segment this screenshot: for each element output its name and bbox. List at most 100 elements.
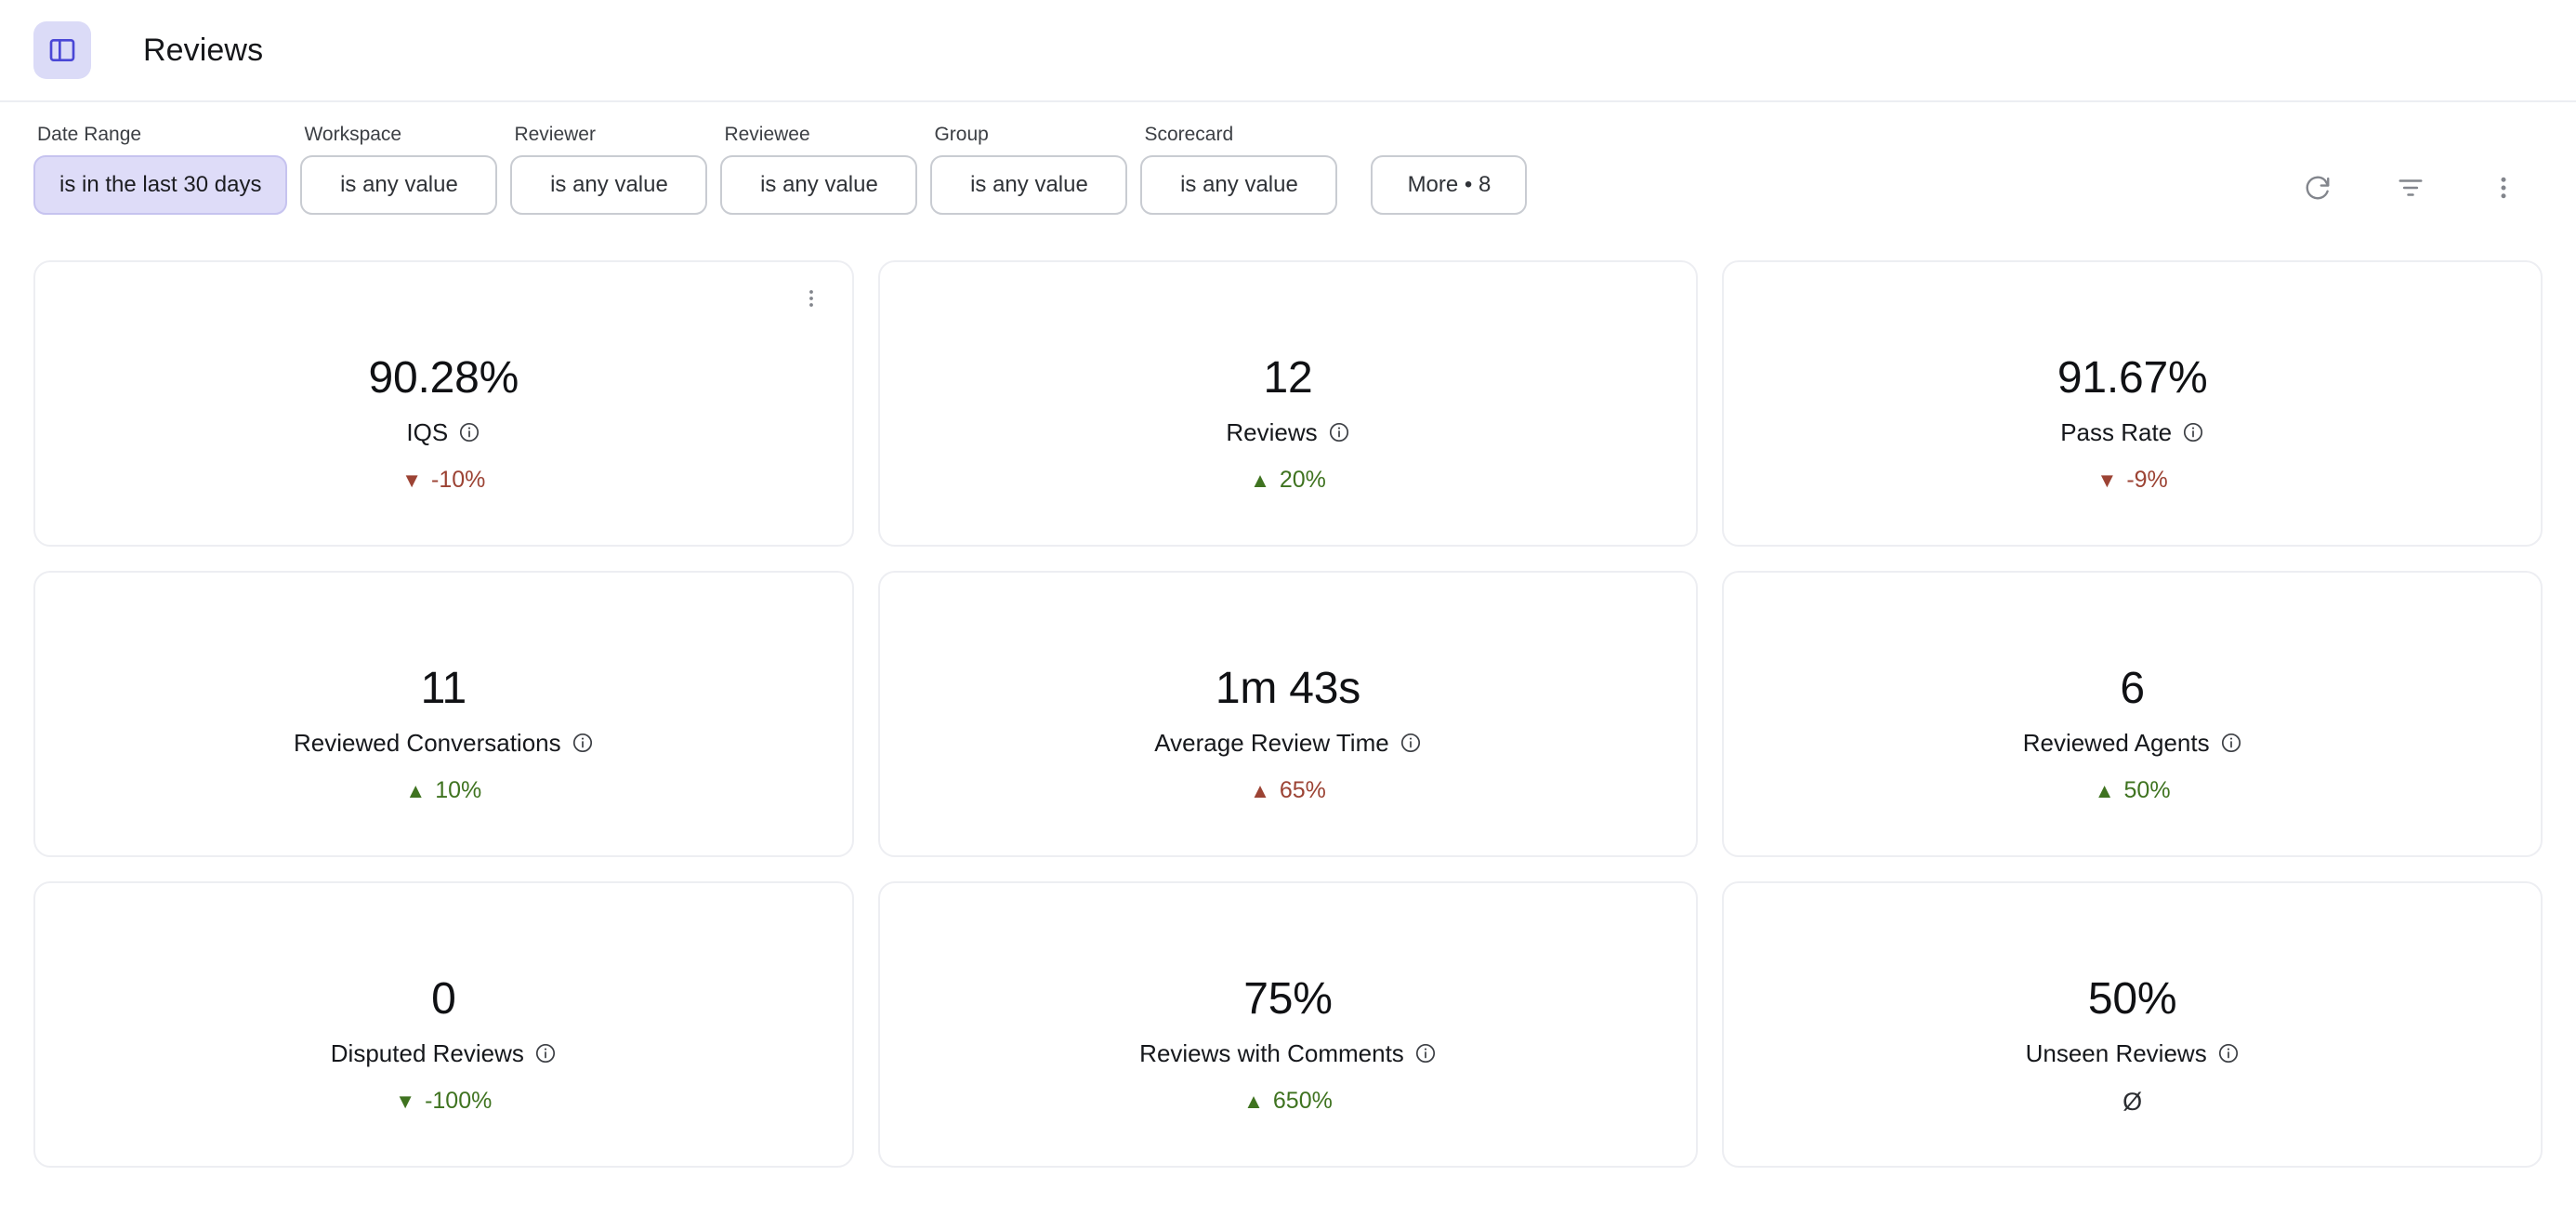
metric-delta: ▲ 65% [1250, 779, 1326, 802]
trend-up-icon: ▲ [1250, 468, 1270, 492]
metric-card-iqs[interactable]: 90.28% IQS ▼ -10% [33, 260, 854, 548]
metric-label: Reviewed Conversations [294, 729, 561, 758]
metric-value: 6 [2120, 664, 2145, 714]
metric-delta: ▲ 650% [1243, 1090, 1333, 1113]
info-icon[interactable] [1328, 421, 1350, 443]
page-title: Reviews [143, 32, 264, 68]
metric-delta: Ø [2123, 1090, 2142, 1115]
trend-up-icon: ▲ [1243, 1089, 1264, 1113]
metrics-grid: 90.28% IQS ▼ -10% 12 Reviews ▲ 20% 91.67… [0, 215, 2576, 1169]
info-icon[interactable] [458, 421, 480, 443]
filter-date-range: Date Range is in the last 30 days [33, 123, 288, 216]
delta-value: -9% [2126, 467, 2168, 494]
delta-value: 50% [2123, 777, 2171, 804]
metric-value: 90.28% [368, 353, 519, 403]
delta-value: 20% [1279, 467, 1326, 494]
filter-bar: Date Range is in the last 30 days Worksp… [0, 102, 2576, 216]
metric-label: Unseen Reviews [2025, 1039, 2207, 1068]
info-icon[interactable] [572, 732, 594, 754]
metric-label-row: Unseen Reviews [2026, 1041, 2240, 1065]
filter-scorecard: Scorecard is any value [1140, 123, 1338, 216]
metric-value: 91.67% [2057, 353, 2208, 403]
more-vertical-icon [2490, 174, 2517, 205]
metric-card-reviews[interactable]: 12 Reviews ▲ 20% [877, 260, 1699, 548]
metric-card-reviews-with-comments[interactable]: 75% Reviews with Comments ▲ 650% [877, 881, 1699, 1169]
trend-down-icon: ▼ [401, 468, 423, 492]
no-change-icon: Ø [2123, 1088, 2143, 1117]
info-icon[interactable] [2217, 1042, 2240, 1064]
delta-value: 65% [1279, 777, 1326, 804]
metric-value: 1m 43s [1215, 664, 1361, 714]
info-icon[interactable] [1414, 1042, 1437, 1064]
filter-label-reviewer: Reviewer [514, 124, 596, 145]
filter-chip-group[interactable]: is any value [930, 155, 1128, 216]
metric-card-average-review-time[interactable]: 1m 43s Average Review Time ▲ 65% [877, 571, 1699, 858]
filter-chips-group: Date Range is in the last 30 days Worksp… [33, 123, 1540, 216]
metric-label-row: Reviews with Comments [1139, 1041, 1437, 1065]
metric-delta: ▼ -100% [395, 1090, 492, 1113]
metric-delta: ▲ 20% [1250, 469, 1326, 492]
metric-value: 0 [431, 974, 456, 1024]
filter-chip-workspace[interactable]: is any value [300, 155, 498, 216]
filter-chip-date-range[interactable]: is in the last 30 days [33, 155, 288, 216]
metric-label-row: Reviews [1226, 420, 1349, 444]
metric-card-reviewed-conversations[interactable]: 11 Reviewed Conversations ▲ 10% [33, 571, 854, 858]
metric-delta: ▲ 10% [405, 779, 481, 802]
trend-up-icon: ▲ [405, 778, 427, 802]
delta-value: 650% [1272, 1088, 1333, 1115]
metric-label: Reviewed Agents [2022, 729, 2210, 758]
metric-label-row: Average Review Time [1154, 731, 1421, 755]
metric-label-row: IQS [406, 420, 480, 444]
refresh-icon [2304, 174, 2332, 205]
metric-label-row: Reviewed Conversations [294, 731, 594, 755]
metric-card-reviewed-agents[interactable]: 6 Reviewed Agents ▲ 50% [1722, 571, 2543, 858]
metric-label-row: Pass Rate [2060, 420, 2204, 444]
metric-delta: ▲ 50% [2095, 779, 2171, 802]
filter-icon [2397, 174, 2425, 205]
filter-more: More • 8 [1350, 155, 1528, 216]
info-icon[interactable] [534, 1042, 557, 1064]
metric-card-unseen-reviews[interactable]: 50% Unseen Reviews Ø [1722, 881, 2543, 1169]
filter-label-workspace: Workspace [304, 124, 402, 145]
trend-down-icon: ▼ [2096, 468, 2118, 492]
trend-down-icon: ▼ [395, 1089, 416, 1113]
metric-label: Reviews with Comments [1139, 1039, 1404, 1068]
metric-card-disputed-reviews[interactable]: 0 Disputed Reviews ▼ -100% [33, 881, 854, 1169]
metric-label: IQS [406, 418, 449, 447]
metric-value: 12 [1263, 353, 1313, 403]
more-options-button[interactable] [2483, 168, 2524, 209]
filter-label-scorecard: Scorecard [1144, 124, 1234, 145]
more-filters-button[interactable]: More • 8 [1371, 155, 1528, 216]
sidebar-toggle-button[interactable] [33, 21, 91, 79]
delta-value: -100% [425, 1088, 493, 1115]
metric-value: 75% [1243, 974, 1333, 1024]
trend-up-icon: ▲ [2094, 778, 2115, 802]
filter-chip-reviewee[interactable]: is any value [720, 155, 918, 216]
filter-workspace: Workspace is any value [300, 123, 498, 216]
metric-label: Reviews [1226, 418, 1318, 447]
metric-label: Average Review Time [1154, 729, 1389, 758]
filter-reviewee: Reviewee is any value [720, 123, 918, 216]
filter-chip-reviewer[interactable]: is any value [510, 155, 708, 216]
metric-card-pass-rate[interactable]: 91.67% Pass Rate ▼ -9% [1722, 260, 2543, 548]
refresh-button[interactable] [2297, 168, 2338, 209]
app-header: Reviews [0, 0, 2576, 102]
info-icon[interactable] [1400, 732, 1422, 754]
card-menu-button[interactable] [795, 283, 828, 316]
metric-label-row: Reviewed Agents [2023, 731, 2242, 755]
filter-button[interactable] [2390, 168, 2431, 209]
filter-label-group: Group [934, 124, 989, 145]
filter-label-date-range: Date Range [37, 124, 142, 145]
metric-label-row: Disputed Reviews [331, 1041, 557, 1065]
metric-value: 50% [2087, 974, 2177, 1024]
filter-chip-scorecard[interactable]: is any value [1140, 155, 1338, 216]
trend-up-icon: ▲ [1250, 778, 1270, 802]
metric-value: 11 [420, 664, 467, 714]
metric-label: Disputed Reviews [330, 1039, 524, 1068]
info-icon[interactable] [2220, 732, 2242, 754]
info-icon[interactable] [2182, 421, 2204, 443]
metric-label: Pass Rate [2060, 418, 2173, 447]
filter-reviewer: Reviewer is any value [510, 123, 708, 216]
filter-actions [2297, 168, 2543, 215]
filter-label-reviewee: Reviewee [724, 124, 810, 145]
